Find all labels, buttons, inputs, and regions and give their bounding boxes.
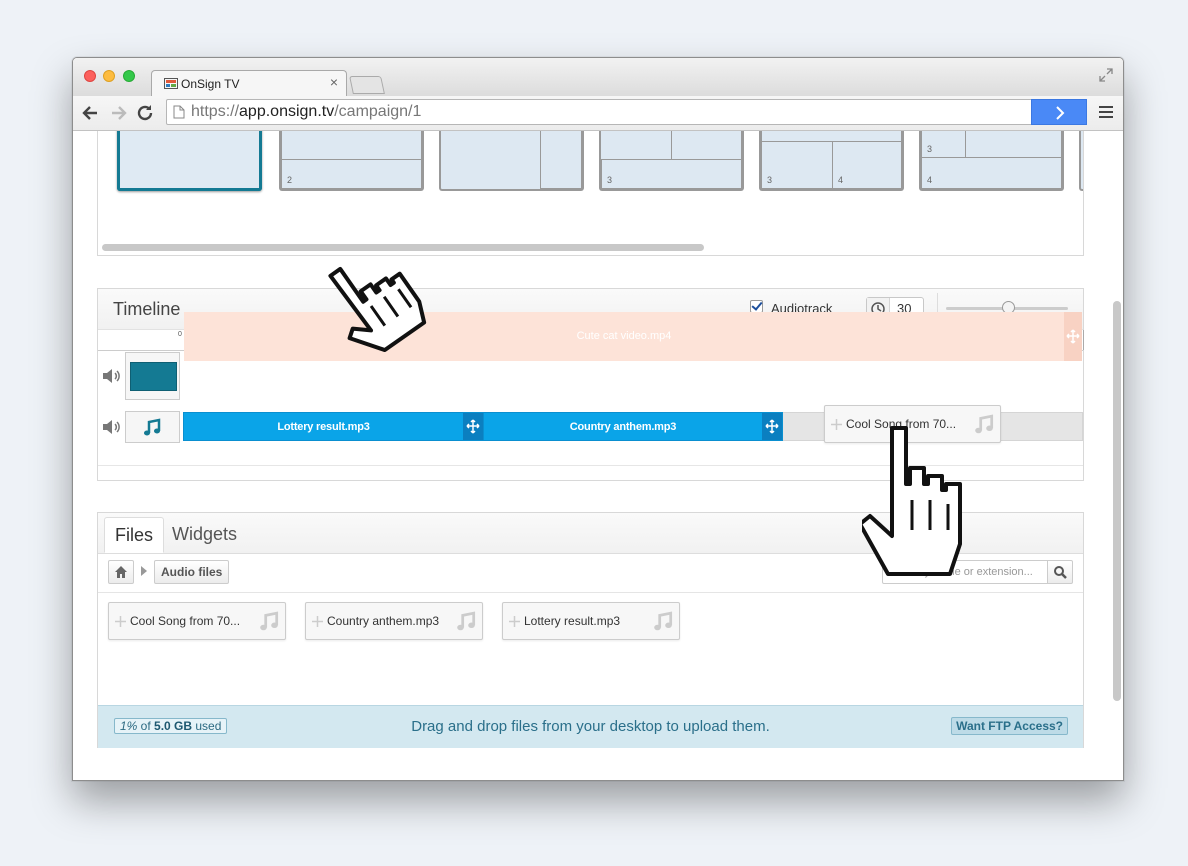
browser-tab[interactable]: OnSign TV ×: [151, 70, 347, 97]
breadcrumb-audio-files[interactable]: Audio files: [154, 560, 230, 584]
layout-zone: 3: [601, 159, 742, 189]
layout-zone: 2: [281, 159, 422, 189]
move-handle-icon[interactable]: [762, 413, 782, 440]
move-handle-icon: [509, 616, 520, 627]
address-bar[interactable]: https://app.onsign.tv/campaign/1: [166, 99, 1087, 125]
layout-thumb-5[interactable]: 3 4: [759, 131, 904, 191]
audio-clip-lottery[interactable]: Lottery result.mp3: [183, 412, 484, 441]
layouts-panel: 2 3 3 4 3 4: [97, 131, 1084, 256]
layout-zone: [281, 131, 422, 160]
music-note-icon: [260, 611, 279, 631]
tab-files[interactable]: Files: [104, 517, 165, 553]
tab-close-icon[interactable]: ×: [330, 74, 338, 90]
layout-zone: 4: [921, 157, 1062, 189]
url-text: https://app.onsign.tv/campaign/1: [191, 103, 422, 120]
layout-zone: [965, 131, 1062, 158]
ftp-access-button[interactable]: Want FTP Access?: [951, 717, 1068, 735]
tab-title: OnSign TV: [181, 77, 240, 91]
ruler-label: 0: [178, 331, 182, 338]
home-icon: [115, 566, 127, 578]
tab-widgets[interactable]: Widgets: [162, 517, 247, 553]
hand-cursor-icon: [328, 266, 427, 353]
hand-cursor-icon: [862, 426, 962, 576]
music-note-icon: [457, 611, 476, 631]
browser-toolbar: https://app.onsign.tv/campaign/1: [73, 96, 1123, 131]
audio-clip-anthem[interactable]: Country anthem.mp3: [483, 412, 783, 441]
layout-zone: [671, 131, 742, 160]
onsign-favicon-icon: [164, 78, 178, 89]
layout-thumb-1[interactable]: [117, 131, 262, 191]
file-name: Lottery result.mp3: [524, 614, 621, 628]
music-note-icon: [144, 418, 161, 436]
move-handle-icon: [831, 419, 842, 430]
search-icon: [1054, 566, 1067, 579]
close-window-button[interactable]: [84, 70, 96, 82]
zoom-window-button[interactable]: [123, 70, 135, 82]
ruler-major-tick: [1083, 330, 1084, 350]
layout-zone: 3: [761, 141, 833, 189]
file-item[interactable]: Lottery result.mp3: [502, 602, 680, 640]
chevron-right-icon: [1056, 106, 1065, 120]
layout-zone: 4: [832, 141, 902, 189]
file-name: Country anthem.mp3: [327, 614, 440, 628]
upload-bar: 1% of 5.0 GB used Drag and drop files fr…: [98, 705, 1083, 748]
new-tab-button[interactable]: [349, 76, 385, 94]
file-item[interactable]: Country anthem.mp3: [305, 602, 483, 640]
layout-thumb-7[interactable]: [1079, 131, 1083, 191]
layout-thumb-3[interactable]: [439, 131, 584, 191]
layout-zone: [540, 131, 582, 189]
move-handle-icon[interactable]: [1064, 312, 1082, 361]
audio-clip-label: Country anthem.mp3: [569, 421, 677, 433]
vertical-scrollbar[interactable]: [1113, 301, 1121, 701]
file-name: Cool Song from 70...: [130, 614, 241, 628]
video-thumbnail: [125, 352, 180, 400]
menu-icon[interactable]: [1099, 106, 1113, 121]
title-bar: OnSign TV ×: [73, 58, 1123, 97]
audio-clip-label: Lottery result.mp3: [277, 421, 370, 433]
browser-window: OnSign TV × https://app.onsign.tv/campai…: [72, 57, 1124, 781]
timeline-title: Timeline: [113, 299, 181, 319]
layout-thumb-6[interactable]: 3 4: [919, 131, 1064, 191]
layout-thumb-4[interactable]: 3: [599, 131, 744, 191]
breadcrumb-separator-icon: [141, 566, 147, 576]
layout-zone: 3: [921, 131, 966, 158]
fullscreen-icon[interactable]: [1099, 68, 1113, 82]
reload-icon[interactable]: [134, 102, 156, 124]
file-item[interactable]: Cool Song from 70...: [108, 602, 286, 640]
layout-thumb-2[interactable]: 2: [279, 131, 424, 191]
move-handle-icon[interactable]: [463, 413, 483, 440]
audio-thumbnail: [125, 411, 180, 443]
forward-arrow-icon[interactable]: [107, 102, 129, 124]
speaker-icon[interactable]: [102, 368, 122, 384]
go-button[interactable]: [1031, 99, 1087, 125]
music-note-icon: [654, 611, 673, 631]
video-preview: [130, 362, 177, 391]
drop-hint: Drag and drop files from your desktop to…: [411, 718, 770, 735]
move-handle-icon: [312, 616, 323, 627]
minimize-window-button[interactable]: [103, 70, 115, 82]
speaker-icon[interactable]: [102, 419, 122, 435]
move-handle-icon: [115, 616, 126, 627]
search-button[interactable]: [1047, 560, 1073, 584]
home-button[interactable]: [108, 560, 134, 584]
back-arrow-icon[interactable]: [80, 102, 102, 124]
page-icon: [173, 105, 185, 119]
